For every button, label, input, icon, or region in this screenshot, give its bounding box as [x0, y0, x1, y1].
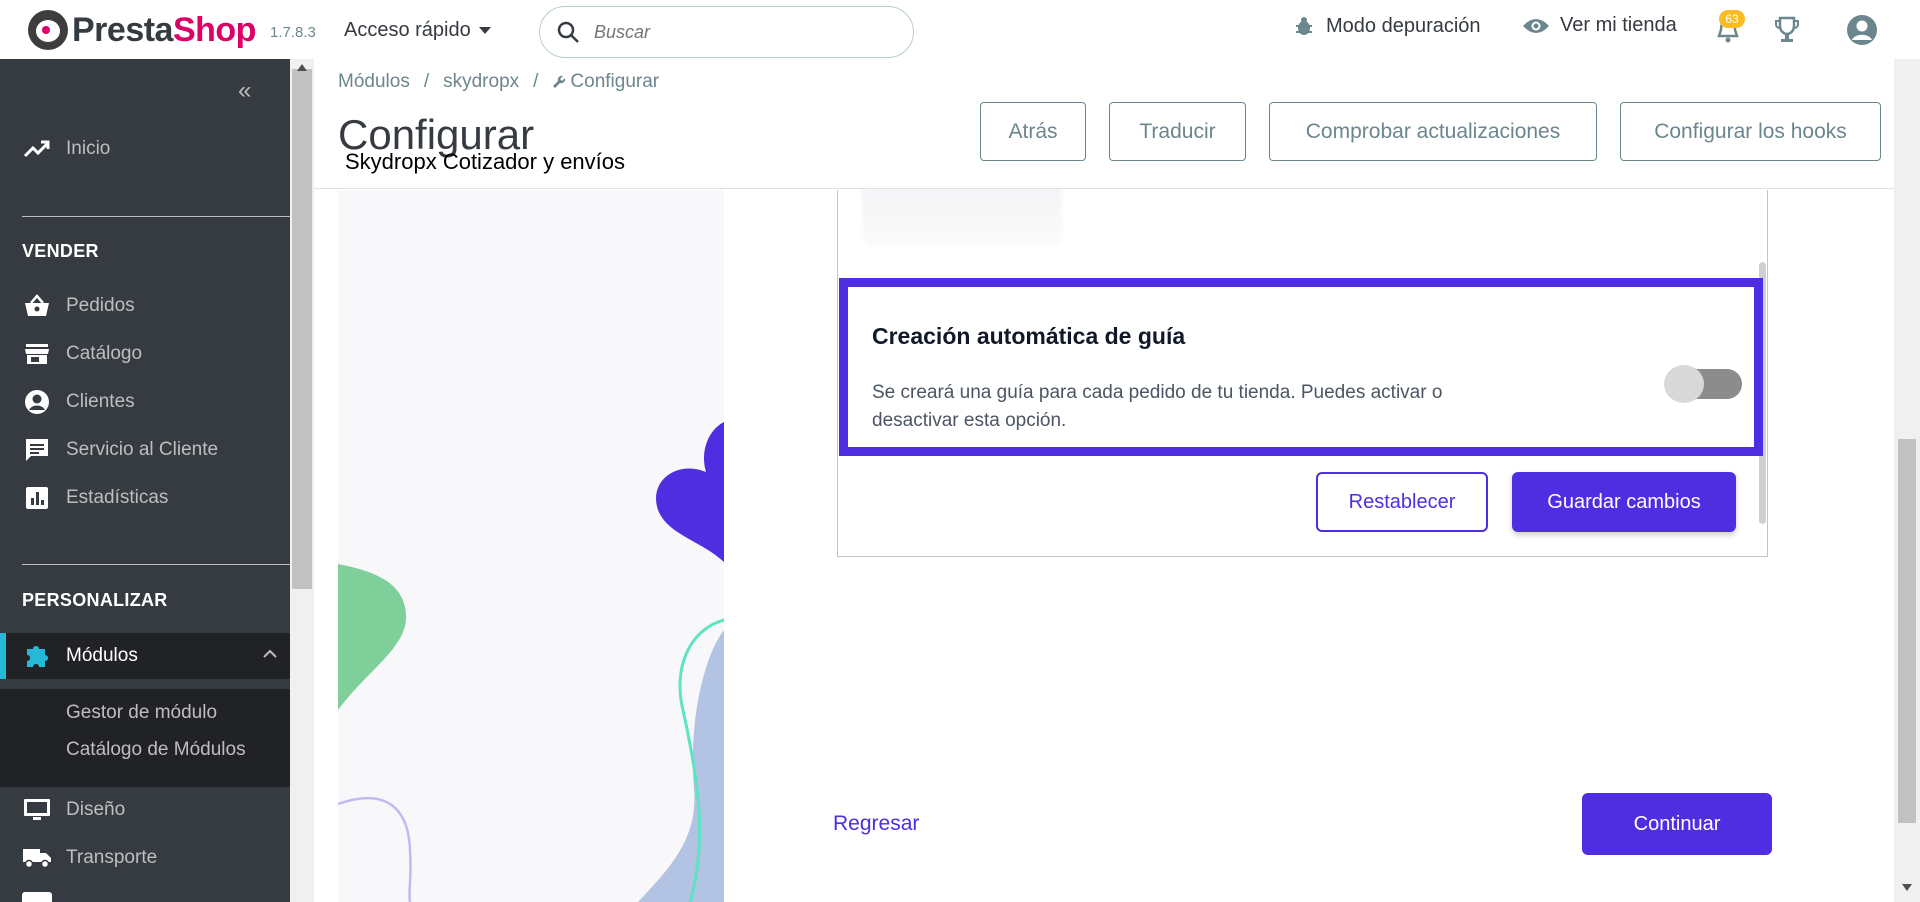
- view-store-label: Ver mi tienda: [1560, 14, 1677, 36]
- page-header: Módulos / skydropx / Configurar Configur…: [314, 59, 1894, 189]
- sidebar-subitem-module-manager[interactable]: Gestor de módulo: [66, 702, 217, 724]
- toggle-knob: [1664, 365, 1704, 403]
- page-scrollbar-thumb[interactable]: [1898, 439, 1916, 823]
- setting-title: Creación automática de guía: [872, 323, 1186, 349]
- sidebar-item-home[interactable]: Inicio: [0, 127, 290, 171]
- notification-badge: 63: [1719, 10, 1745, 28]
- blurred-image: [862, 180, 1062, 246]
- view-store-link[interactable]: Ver mi tienda: [1522, 14, 1677, 37]
- breadcrumb-separator: /: [533, 71, 539, 92]
- chevron-up-icon: [263, 649, 277, 658]
- truck-icon: [22, 843, 52, 873]
- auto-guide-toggle[interactable]: [1664, 365, 1742, 403]
- bar-chart-icon: [22, 483, 52, 513]
- sidebar-item-label: Catálogo: [66, 343, 143, 364]
- divider: [22, 216, 290, 217]
- sidebar-scrollbar[interactable]: [290, 59, 314, 902]
- debug-mode-link[interactable]: Modo depuración: [1292, 14, 1481, 38]
- trending-up-icon: [22, 134, 52, 164]
- eye-icon: [1523, 18, 1549, 33]
- chat-icon: [22, 435, 52, 465]
- decorative-panel: [338, 190, 724, 902]
- page-subtitle: Skydropx Cotizador y envíos: [345, 149, 626, 174]
- sidebar-item-catalog[interactable]: Catálogo: [0, 332, 290, 376]
- decorative-blobs-icon: [338, 422, 724, 902]
- monitor-icon: [22, 795, 52, 825]
- sidebar-item-customers[interactable]: Clientes: [0, 380, 290, 424]
- sidebar-item-label: Servicio al Cliente: [66, 439, 219, 460]
- bug-icon: [1296, 17, 1312, 35]
- sidebar-item-label: Transporte: [66, 847, 158, 868]
- breadcrumb-modules[interactable]: Módulos: [338, 71, 410, 93]
- breadcrumb-configure-label: Configurar: [570, 71, 660, 92]
- user-circle-icon: [22, 387, 52, 417]
- version-label: 1.7.8.3: [270, 24, 316, 41]
- logo-penguin-icon: [28, 10, 68, 50]
- sidebar-item-label: Clientes: [66, 391, 135, 412]
- divider: [22, 564, 290, 565]
- configure-hooks-button[interactable]: Configurar los hooks: [1620, 102, 1881, 161]
- store-icon: [22, 339, 52, 369]
- logo-text-shop: Shop: [172, 10, 256, 49]
- breadcrumb: Módulos / skydropx / Configurar: [338, 71, 659, 93]
- sidebar-item-label: Diseño: [66, 799, 126, 820]
- check-updates-button[interactable]: Comprobar actualizaciones: [1269, 102, 1597, 161]
- breadcrumb-configure: Configurar: [552, 71, 659, 93]
- puzzle-icon: [22, 641, 52, 671]
- scroll-down-arrow-icon[interactable]: [1902, 884, 1912, 891]
- quick-access-dropdown[interactable]: Acceso rápido: [344, 19, 491, 42]
- quick-access-label: Acceso rápido: [344, 19, 471, 41]
- account-icon[interactable]: [1846, 14, 1878, 46]
- wrench-icon: [553, 75, 566, 88]
- sidebar-item-stats[interactable]: Estadísticas: [0, 476, 290, 520]
- back-button[interactable]: Atrás: [980, 102, 1086, 161]
- sidebar-item-orders[interactable]: Pedidos: [0, 284, 290, 328]
- chevron-down-icon: [478, 27, 491, 34]
- partial-sidebar-icon: [22, 892, 52, 902]
- breadcrumb-separator: /: [423, 71, 430, 92]
- scroll-up-arrow-icon[interactable]: [297, 64, 307, 71]
- prestashop-logo[interactable]: PrestaShop: [28, 10, 256, 50]
- sidebar-item-label: Estadísticas: [66, 487, 169, 508]
- page-scrollbar[interactable]: [1894, 59, 1920, 902]
- section-customize: PERSONALIZAR: [22, 590, 168, 610]
- continue-button[interactable]: Continuar: [1582, 793, 1772, 855]
- debug-mode-label: Modo depuración: [1326, 14, 1481, 37]
- sidebar-scrollbar-thumb[interactable]: [292, 69, 312, 589]
- logo-text-presta: Presta: [72, 10, 173, 49]
- sidebar-item-customer-service[interactable]: Servicio al Cliente: [0, 428, 290, 472]
- sidebar-item-label: Inicio: [66, 138, 111, 159]
- search-box[interactable]: [539, 6, 914, 58]
- top-header: PrestaShop 1.7.8.3 Acceso rápido Modo de…: [0, 0, 1920, 59]
- sidebar-item-shipping[interactable]: Transporte: [0, 836, 290, 880]
- auto-guide-setting-panel: Creación automática de guía Se creará un…: [839, 278, 1763, 456]
- back-link[interactable]: Regresar: [833, 812, 919, 836]
- sidebar-item-modules[interactable]: Módulos: [0, 633, 290, 679]
- sidebar-item-label: Módulos: [66, 645, 138, 666]
- search-input[interactable]: [594, 21, 874, 43]
- translate-button[interactable]: Traducir: [1109, 102, 1246, 161]
- save-changes-button[interactable]: Guardar cambios: [1512, 472, 1736, 532]
- section-sell: VENDER: [22, 241, 99, 261]
- trophy-icon[interactable]: [1774, 16, 1800, 44]
- sidebar-item-design[interactable]: Diseño: [0, 788, 290, 832]
- reset-button[interactable]: Restablecer: [1316, 472, 1488, 532]
- sidebar-item-label: Pedidos: [66, 295, 135, 316]
- search-icon: [557, 21, 579, 43]
- sidebar-subitem-module-catalog[interactable]: Catálogo de Módulos: [66, 739, 246, 761]
- collapse-sidebar-icon[interactable]: «: [238, 77, 251, 105]
- setting-description: Se creará una guía para cada pedido de t…: [872, 382, 1443, 431]
- basket-icon: [22, 291, 52, 321]
- breadcrumb-skydropx[interactable]: skydropx: [443, 71, 519, 93]
